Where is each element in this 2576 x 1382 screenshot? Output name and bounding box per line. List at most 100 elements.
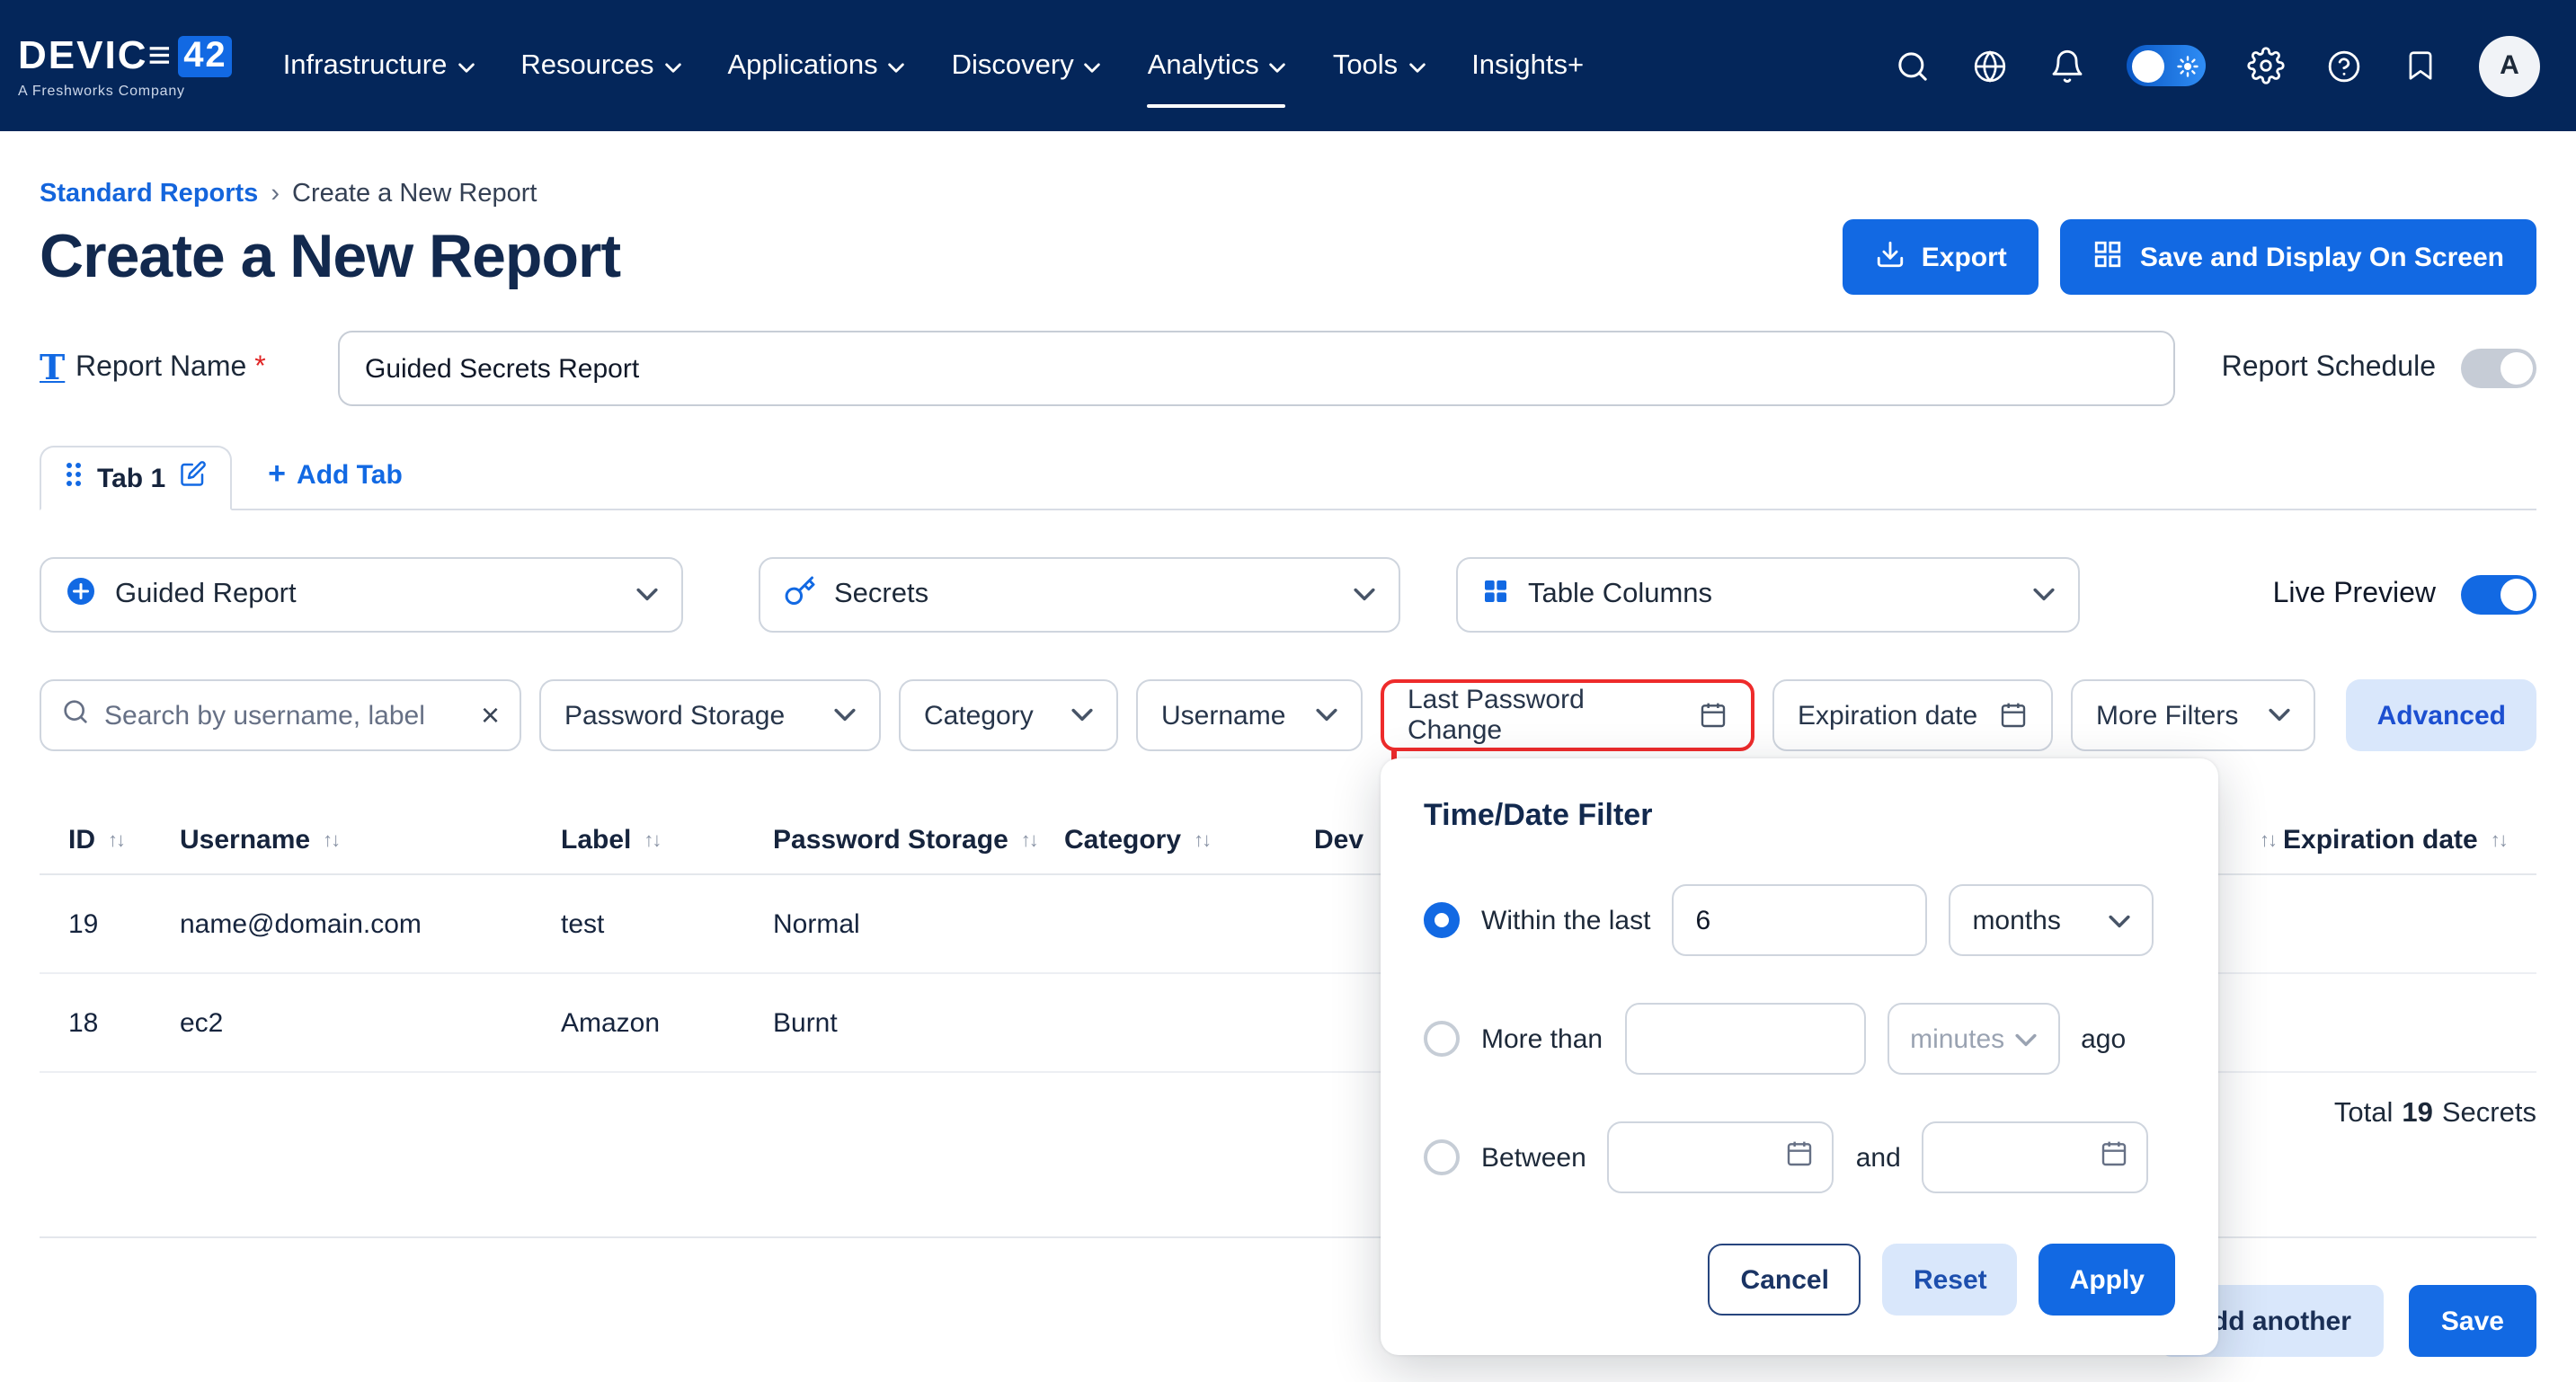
bell-icon[interactable] — [2049, 48, 2085, 84]
globe-icon[interactable] — [1972, 48, 2008, 84]
column-header-expiration-date[interactable]: Expiration date↑↓ — [2283, 825, 2508, 855]
column-header-category[interactable]: Category↑↓ — [1064, 825, 1314, 855]
title-actions: Export Save and Display On Screen — [1843, 219, 2536, 295]
filter-last-password-change[interactable]: Last Password Change — [1381, 679, 1754, 751]
cancel-button[interactable]: Cancel — [1709, 1244, 1861, 1316]
filter-expiration-date[interactable]: Expiration date — [1772, 679, 2053, 751]
cell-username: ec2 — [180, 1007, 561, 1038]
nav-item-analytics[interactable]: Analytics — [1148, 0, 1286, 131]
device42-logo[interactable]: DEVIC≡42 A Freshworks Company — [18, 32, 233, 99]
filter-password-storage[interactable]: Password Storage — [539, 679, 881, 751]
between-end-date-input[interactable] — [1923, 1121, 2149, 1193]
live-preview-toggle[interactable] — [2461, 575, 2536, 615]
filter-more-filters[interactable]: More Filters — [2071, 679, 2315, 751]
more-than-label[interactable]: More than — [1481, 1023, 1603, 1054]
between-start-date-input[interactable] — [1608, 1121, 1834, 1193]
nav-item-resources[interactable]: Resources — [520, 0, 680, 131]
theme-toggle[interactable] — [2127, 45, 2206, 86]
cell-password-storage: Normal — [773, 908, 1064, 939]
sort-icon: ↑↓ — [1021, 829, 1037, 851]
tab-1-label: Tab 1 — [97, 463, 165, 493]
option-between: Between and — [1424, 1121, 2175, 1193]
sort-icon: ↑↓ — [1194, 829, 1210, 851]
logo-e-glyph: ≡ — [148, 32, 173, 79]
reset-button[interactable]: Reset — [1883, 1244, 2018, 1316]
dataset-select[interactable]: Secrets — [759, 557, 1400, 633]
table-columns-select[interactable]: Table Columns — [1456, 557, 2080, 633]
calendar-icon — [1999, 701, 2028, 730]
chevron-down-icon — [1354, 588, 1375, 602]
advanced-button[interactable]: Advanced — [2347, 679, 2536, 751]
help-icon[interactable] — [2326, 48, 2362, 84]
filter-row: × Password Storage Category Username Las… — [40, 679, 2536, 751]
more-than-radio[interactable] — [1424, 1021, 1460, 1057]
guided-report-icon — [65, 574, 97, 616]
report-schedule-toggle[interactable] — [2461, 349, 2536, 388]
tab-1[interactable]: Tab 1 — [40, 446, 232, 510]
chevron-down-icon — [457, 49, 474, 82]
option-more-than: More than minutes ago — [1424, 1003, 2175, 1075]
title-row: Create a New Report Export Save and Disp… — [40, 219, 2536, 295]
filter-username[interactable]: Username — [1136, 679, 1363, 751]
logo-text: DEVIC — [18, 32, 148, 79]
drag-handle-icon[interactable] — [65, 461, 83, 495]
chevron-down-icon — [2269, 708, 2290, 722]
sort-icon: ↑↓ — [323, 829, 339, 851]
between-radio[interactable] — [1424, 1139, 1460, 1175]
key-icon — [784, 574, 816, 616]
and-label: and — [1856, 1142, 1901, 1173]
more-than-value-input[interactable] — [1624, 1003, 1865, 1075]
more-than-unit-select[interactable]: minutes — [1887, 1003, 2059, 1075]
report-name-label: Report Name * — [76, 352, 295, 385]
sun-icon — [2177, 54, 2198, 86]
navbar-actions: A — [1895, 35, 2540, 96]
apply-button[interactable]: Apply — [2039, 1244, 2175, 1316]
cell-username: name@domain.com — [180, 908, 561, 939]
popup-title: Time/Date Filter — [1424, 798, 2175, 834]
search-icon[interactable] — [1895, 48, 1931, 84]
cell-label: test — [561, 908, 773, 939]
report-schedule-label: Report Schedule — [2222, 352, 2436, 385]
toggle-knob — [2131, 49, 2163, 82]
edit-tab-icon[interactable] — [180, 460, 207, 496]
export-button[interactable]: Export — [1843, 219, 2039, 295]
between-label[interactable]: Between — [1481, 1142, 1586, 1173]
chevron-down-icon — [2109, 905, 2130, 935]
chevron-down-icon — [1316, 708, 1337, 722]
within-label[interactable]: Within the last — [1481, 905, 1650, 935]
user-avatar[interactable]: A — [2479, 35, 2540, 96]
nav-item-tools[interactable]: Tools — [1333, 0, 1425, 131]
chevron-down-icon — [1085, 49, 1101, 82]
cell-label: Amazon — [561, 1007, 773, 1038]
within-value-input[interactable] — [1672, 884, 1927, 956]
within-unit-select[interactable]: months — [1949, 884, 2154, 956]
nav-item-applications[interactable]: Applications — [728, 0, 905, 131]
within-radio[interactable] — [1424, 902, 1460, 938]
nav-item-infrastructure[interactable]: Infrastructure — [283, 0, 475, 131]
report-type-select[interactable]: Guided Report — [40, 557, 683, 633]
popup-actions: Cancel Reset Apply — [1424, 1244, 2175, 1316]
save-button[interactable]: Save — [2409, 1285, 2536, 1357]
nav-item-discovery[interactable]: Discovery — [952, 0, 1101, 131]
report-name-input[interactable] — [338, 331, 2175, 406]
plus-icon: + — [268, 456, 286, 492]
save-and-display-button[interactable]: Save and Display On Screen — [2061, 219, 2536, 295]
breadcrumb-standard-reports[interactable]: Standard Reports — [40, 180, 258, 208]
breadcrumb: Standard Reports › Create a New Report — [40, 180, 2536, 208]
chevron-down-icon — [834, 708, 856, 722]
tab-bar: Tab 1 + Add Tab — [40, 446, 2536, 510]
column-header-username[interactable]: Username↑↓ — [180, 825, 561, 855]
column-header-id[interactable]: ID↑↓ — [68, 825, 180, 855]
nav-item-insights-plus[interactable]: Insights+ — [1471, 0, 1584, 131]
bookmark-icon[interactable] — [2403, 49, 2438, 83]
search-input[interactable] — [104, 700, 466, 731]
add-tab-button[interactable]: + Add Tab — [268, 456, 403, 492]
required-asterisk: * — [254, 352, 265, 383]
gear-icon[interactable] — [2247, 47, 2285, 84]
column-header-password-storage[interactable]: Password Storage↑↓ — [773, 825, 1064, 855]
breadcrumb-separator: › — [271, 180, 280, 208]
clear-search-icon[interactable]: × — [481, 699, 500, 731]
column-header-label[interactable]: Label↑↓ — [561, 825, 773, 855]
search-icon — [61, 696, 90, 734]
filter-category[interactable]: Category — [899, 679, 1118, 751]
